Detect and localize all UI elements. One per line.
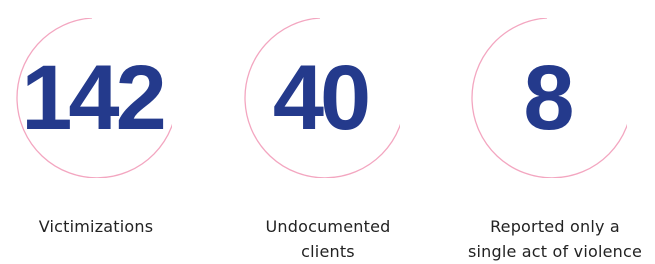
- stat-label: Undocumented clients: [265, 217, 391, 261]
- stat-number: 142: [21, 46, 167, 149]
- stat-label: Reported only a single act of violence: [467, 217, 643, 261]
- stat-single-act-of-violence: 8 Reported only a single act of violence: [455, 0, 655, 263]
- stat-victimizations: 142 Victimizations: [0, 0, 200, 263]
- stat-number: 8: [523, 46, 574, 149]
- stat-undocumented-clients: 40 Undocumented clients: [228, 0, 428, 263]
- stat-label: Victimizations: [38, 217, 154, 236]
- stat-number: 40: [272, 46, 371, 149]
